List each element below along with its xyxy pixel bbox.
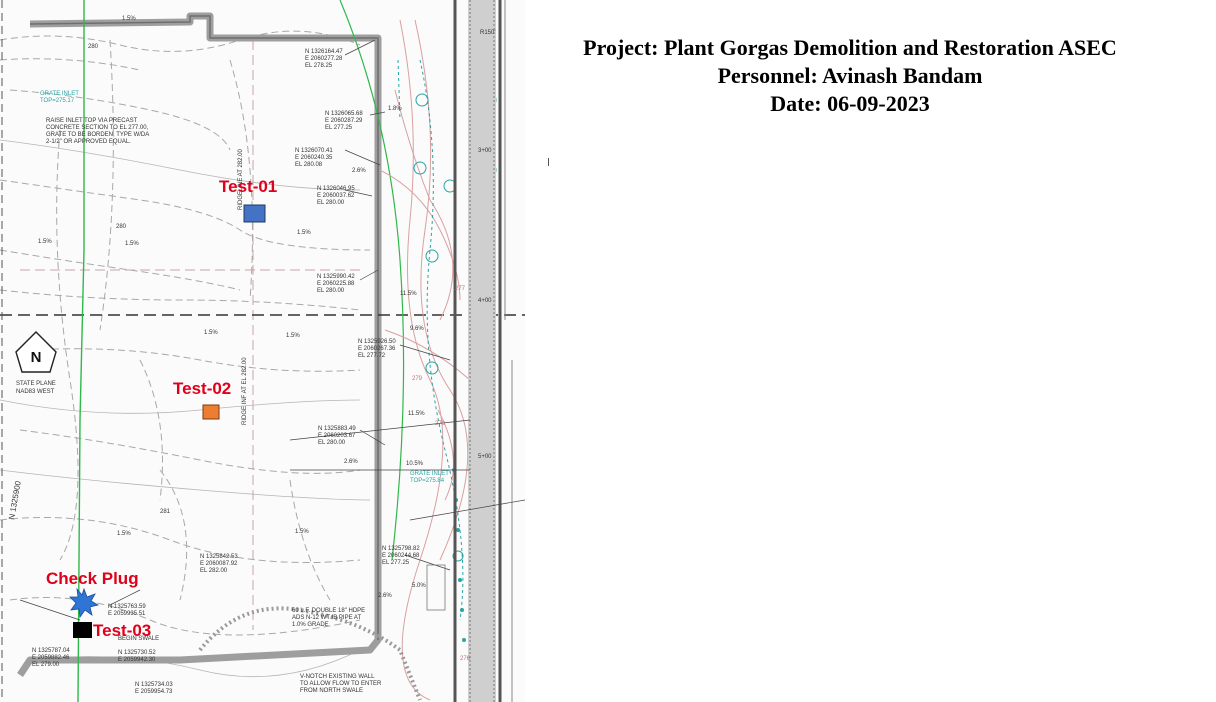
- svg-text:1.5%: 1.5%: [117, 531, 131, 537]
- svg-text:4+00: 4+00: [478, 298, 492, 304]
- test-03-marker[interactable]: [73, 622, 92, 638]
- svg-text:1.5%: 1.5%: [125, 241, 139, 247]
- svg-text:E 2059935.51: E 2059935.51: [108, 611, 146, 617]
- test-01-label: Test-01: [219, 177, 277, 196]
- svg-text:N 1325798.82: N 1325798.82: [382, 546, 420, 552]
- svg-text:TO ALLOW FLOW TO ENTER: TO ALLOW FLOW TO ENTER: [300, 681, 382, 687]
- svg-text:V-NOTCH EXISTING WALL: V-NOTCH EXISTING WALL: [300, 674, 375, 680]
- svg-text:EL 280.08: EL 280.08: [295, 162, 323, 168]
- svg-text:N 1325763.59: N 1325763.59: [108, 604, 146, 610]
- test-02-label: Test-02: [173, 379, 231, 398]
- svg-text:GRATE INLET: GRATE INLET: [410, 471, 449, 477]
- svg-text:276: 276: [460, 656, 471, 662]
- svg-text:RIDGE INF AT EL 282.00: RIDGE INF AT EL 282.00: [242, 357, 248, 425]
- svg-text:EL 277.25: EL 277.25: [382, 560, 410, 566]
- svg-text:RAISE INLET TOP VIA PRECAST: RAISE INLET TOP VIA PRECAST: [46, 118, 138, 124]
- svg-text:N 1325990.42: N 1325990.42: [317, 274, 355, 280]
- svg-text:10.5%: 10.5%: [406, 461, 424, 467]
- svg-text:E 2059882.46: E 2059882.46: [32, 655, 70, 661]
- svg-text:60 L.F. DOUBLE 18" HDPE: 60 L.F. DOUBLE 18" HDPE: [292, 608, 365, 614]
- svg-text:1.5%: 1.5%: [38, 239, 52, 245]
- svg-text:1.0% GRADE: 1.0% GRADE: [292, 622, 329, 628]
- svg-text:E 2060087.92: E 2060087.92: [200, 561, 238, 567]
- svg-text:1.5%: 1.5%: [204, 330, 218, 336]
- svg-text:TOP=275.17: TOP=275.17: [40, 98, 75, 104]
- svg-text:N 1325883.49: N 1325883.49: [318, 426, 356, 432]
- svg-text:2.6%: 2.6%: [378, 593, 392, 599]
- svg-text:278: 278: [435, 421, 446, 427]
- svg-text:EL 278.25: EL 278.25: [305, 63, 333, 69]
- stray-mark: [548, 158, 549, 166]
- site-plan-map: N STATE PLANE NAD83 WEST GRATE INLET TOP…: [0, 0, 525, 702]
- svg-text:ADS N-12 WT IB PIPE AT: ADS N-12 WT IB PIPE AT: [292, 615, 361, 621]
- north-arrow-caption-1: STATE PLANE: [16, 381, 56, 387]
- svg-text:GRATE TO BE BORDEN, TYPE W/DA: GRATE TO BE BORDEN, TYPE W/DA: [46, 132, 149, 138]
- svg-text:R150': R150': [480, 30, 496, 36]
- svg-text:GRATE INLET: GRATE INLET: [40, 91, 79, 97]
- svg-text:N 1325842.53: N 1325842.53: [200, 554, 238, 560]
- svg-text:FROM NORTH SWALE: FROM NORTH SWALE: [300, 688, 363, 694]
- svg-text:2.6%: 2.6%: [352, 168, 366, 174]
- svg-text:EL 277.72: EL 277.72: [358, 353, 386, 359]
- svg-text:N 1326065.68: N 1326065.68: [325, 111, 363, 117]
- svg-text:N 1325926.50: N 1325926.50: [358, 339, 396, 345]
- svg-text:N 1325734.03: N 1325734.03: [135, 682, 173, 688]
- project-header: Project: Plant Gorgas Demolition and Res…: [540, 34, 1160, 118]
- svg-text:N 1325787.04: N 1325787.04: [32, 648, 70, 654]
- project-title: Project: Plant Gorgas Demolition and Res…: [583, 35, 1117, 60]
- svg-text:E 2060287.29: E 2060287.29: [325, 118, 363, 124]
- svg-text:281: 281: [160, 509, 171, 515]
- svg-text:1.5%: 1.5%: [297, 230, 311, 236]
- svg-text:E 2060267.36: E 2060267.36: [358, 346, 396, 352]
- svg-text:EL 280.00: EL 280.00: [317, 200, 345, 206]
- svg-text:N 1326046.95: N 1326046.95: [317, 186, 355, 192]
- svg-text:CONCRETE SECTION TO EL 277.00,: CONCRETE SECTION TO EL 277.00,: [46, 125, 149, 131]
- svg-text:5.0%: 5.0%: [412, 583, 426, 589]
- date-line: Date: 06-09-2023: [770, 91, 930, 116]
- svg-text:N 1326070.41: N 1326070.41: [295, 148, 333, 154]
- svg-text:E 2060277.28: E 2060277.28: [305, 56, 343, 62]
- svg-text:EL 280.00: EL 280.00: [317, 288, 345, 294]
- personnel-line: Personnel: Avinash Bandam: [717, 63, 983, 88]
- svg-text:277: 277: [455, 286, 466, 292]
- svg-text:N 1326164.47: N 1326164.47: [305, 49, 343, 55]
- svg-text:2.6%: 2.6%: [344, 459, 358, 465]
- check-plug-label: Check Plug: [46, 569, 139, 588]
- svg-text:N 1325730.52: N 1325730.52: [118, 650, 156, 656]
- svg-text:1.8%: 1.8%: [388, 106, 402, 112]
- svg-text:1.5%: 1.5%: [295, 529, 309, 535]
- test-03-label: Test-03: [93, 621, 151, 640]
- svg-text:EL 277.25: EL 277.25: [325, 125, 353, 131]
- svg-text:E 2059942.30: E 2059942.30: [118, 657, 156, 663]
- svg-text:E 2059954.73: E 2059954.73: [135, 689, 173, 695]
- test-02-marker[interactable]: [202, 404, 220, 420]
- svg-text:E 2060244.68: E 2060244.68: [382, 553, 420, 559]
- north-arrow-letter: N: [31, 349, 42, 366]
- svg-text:11.5%: 11.5%: [400, 291, 417, 297]
- svg-text:TOP=275.84: TOP=275.84: [410, 478, 445, 484]
- svg-text:279: 279: [412, 376, 423, 382]
- svg-text:E 2060225.88: E 2060225.88: [317, 281, 355, 287]
- svg-text:280: 280: [88, 44, 99, 50]
- svg-text:EL 279.00: EL 279.00: [32, 662, 60, 668]
- svg-text:3+00: 3+00: [478, 148, 492, 154]
- svg-text:9.6%: 9.6%: [410, 326, 424, 332]
- svg-text:1.5%: 1.5%: [286, 333, 300, 339]
- svg-text:5+00: 5+00: [478, 454, 492, 460]
- north-arrow-caption-2: NAD83 WEST: [16, 389, 55, 395]
- svg-text:EL 282.00: EL 282.00: [200, 568, 228, 574]
- svg-text:E 2060203.67: E 2060203.67: [318, 433, 356, 439]
- svg-text:1.5%: 1.5%: [122, 16, 136, 22]
- svg-text:E 2060037.62: E 2060037.62: [317, 193, 355, 199]
- svg-text:E 2060240.35: E 2060240.35: [295, 155, 333, 161]
- svg-text:EL 280.00: EL 280.00: [318, 440, 346, 446]
- svg-text:11.5%: 11.5%: [408, 411, 425, 417]
- test-01-marker[interactable]: [243, 204, 266, 223]
- svg-text:280: 280: [116, 224, 127, 230]
- svg-text:2-1/2" OR APPROVED EQUAL.: 2-1/2" OR APPROVED EQUAL.: [46, 139, 131, 145]
